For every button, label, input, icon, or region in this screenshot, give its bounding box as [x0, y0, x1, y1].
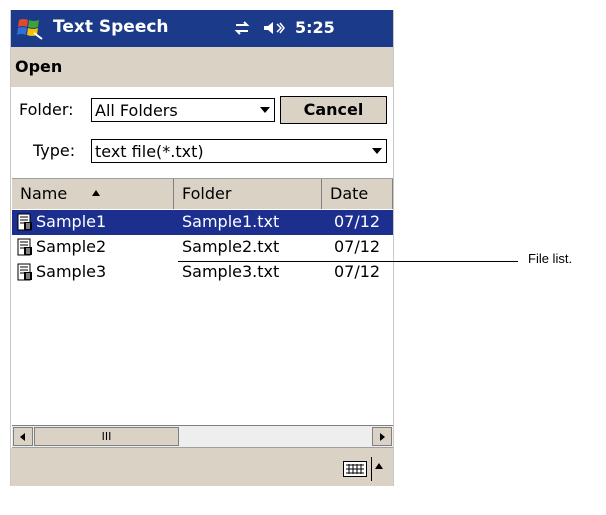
connectivity-icon[interactable] [233, 19, 251, 37]
file-name: Sample3 [36, 262, 107, 281]
column-header-folder[interactable]: Folder [174, 179, 322, 209]
arrow-left-icon [20, 433, 25, 441]
arrow-right-icon [380, 433, 385, 441]
column-header-date[interactable]: Date [322, 179, 393, 209]
file-folder: Sample3.txt [182, 262, 280, 281]
file-list[interactable]: Name Folder Date Sample1 Sample1.txt 07/… [12, 178, 393, 448]
text-file-icon [17, 263, 32, 281]
callout-label: File list. [528, 251, 573, 266]
file-name: Sample1 [36, 212, 107, 231]
windows-start-icon[interactable] [16, 15, 44, 41]
type-dropdown[interactable]: text file(*.txt) [91, 139, 387, 163]
list-item[interactable]: Sample3 Sample3.txt 07/12 [12, 260, 393, 285]
column-header-label: Date [330, 184, 369, 203]
folder-dropdown[interactable]: All Folders [91, 98, 275, 122]
keyboard-icon[interactable] [343, 461, 367, 477]
file-folder: Sample1.txt [182, 212, 280, 231]
scroll-left-button[interactable] [13, 427, 33, 446]
pocketpc-screen: Text Speech 5:25 Open Folder: All Folder… [10, 10, 394, 486]
divider [371, 457, 372, 481]
list-header: Name Folder Date [12, 179, 393, 209]
horizontal-scrollbar[interactable]: III [12, 425, 393, 447]
file-date: 07/12 [334, 262, 381, 281]
volume-icon[interactable] [263, 20, 285, 36]
list-item[interactable]: Sample1 Sample1.txt 07/12 [12, 210, 393, 235]
type-value: text file(*.txt) [95, 142, 204, 161]
column-header-label: Folder [182, 184, 232, 203]
text-file-icon [17, 213, 32, 231]
chevron-down-icon [372, 148, 382, 154]
list-item[interactable]: Sample2 Sample2.txt 07/12 [12, 235, 393, 260]
file-folder: Sample2.txt [182, 237, 280, 256]
text-file-icon [17, 238, 32, 256]
file-date: 07/12 [334, 212, 381, 231]
folder-label: Folder: [19, 100, 74, 119]
dialog-header: Open [11, 47, 393, 87]
column-header-name[interactable]: Name [12, 179, 174, 209]
clock[interactable]: 5:25 [295, 18, 335, 37]
scroll-right-button[interactable] [372, 427, 392, 446]
cancel-button[interactable]: Cancel [280, 96, 387, 124]
dialog-title: Open [15, 57, 63, 76]
input-menu-arrow-icon[interactable] [375, 463, 383, 469]
scroll-thumb[interactable]: III [34, 427, 179, 446]
folder-value: All Folders [95, 101, 178, 120]
title-bar: Text Speech 5:25 [11, 10, 393, 47]
chevron-down-icon [260, 107, 270, 113]
bottom-bar [11, 448, 393, 486]
callout-line [178, 261, 518, 262]
column-header-label: Name [20, 184, 68, 203]
sort-ascending-icon [92, 190, 100, 196]
file-date: 07/12 [334, 237, 381, 256]
app-title: Text Speech [53, 17, 169, 37]
file-name: Sample2 [36, 237, 107, 256]
type-label: Type: [33, 141, 76, 160]
